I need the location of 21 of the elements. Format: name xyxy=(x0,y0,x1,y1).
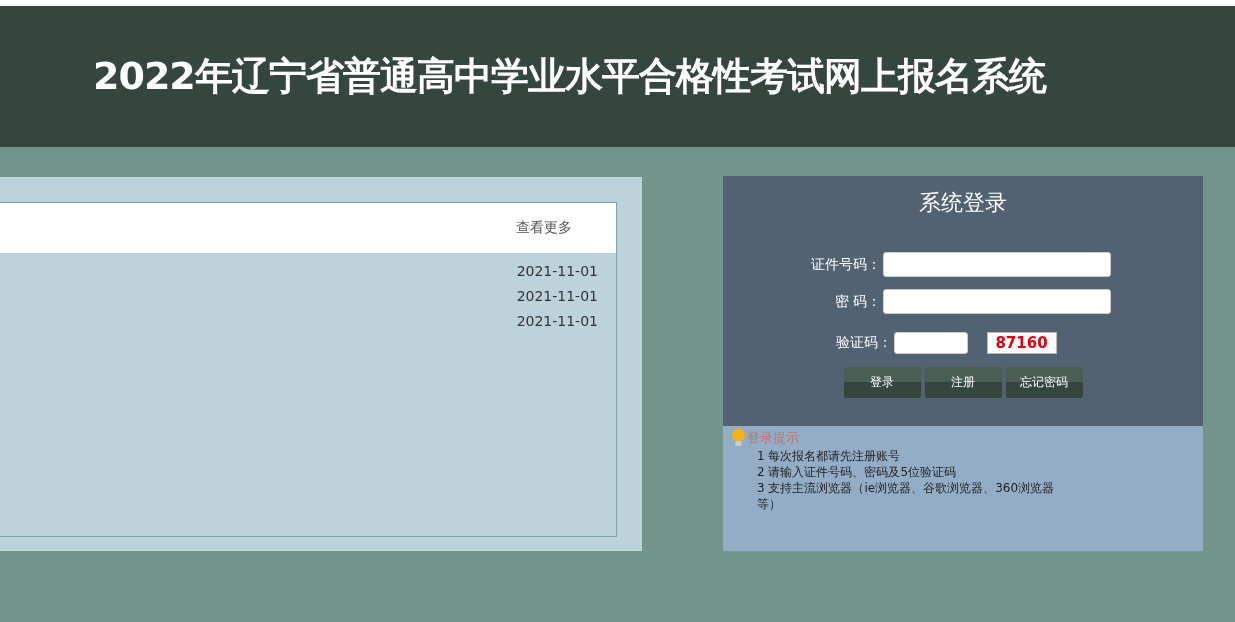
tip-text: 3 支持主流浏览器（ie浏览器、谷歌浏览器、360浏览器等） xyxy=(757,480,1056,512)
form-button[interactable]: 忘记密码 xyxy=(1005,367,1083,398)
lightbulb-icon xyxy=(731,428,746,448)
captcha-image[interactable]: 87160 xyxy=(986,332,1057,354)
captcha-field[interactable] xyxy=(893,332,968,354)
field-label: 证件号码： xyxy=(811,255,881,274)
input-field[interactable] xyxy=(883,289,1111,314)
form-button[interactable]: 注册 xyxy=(924,367,1002,398)
tip-text: 1 每次报名都请先注册账号 xyxy=(757,448,902,464)
login-title: 系统登录 xyxy=(919,189,1007,217)
tips-title: 登录提示 xyxy=(747,429,799,447)
form-button[interactable]: 登录 xyxy=(843,367,921,398)
tip-text: 2 请输入证件号码、密码及5位验证码 xyxy=(757,464,958,480)
more-link[interactable]: 查看更多 xyxy=(516,219,572,237)
field-label: 验证码： xyxy=(835,334,892,352)
field-label: 密 码： xyxy=(833,292,881,311)
page-title: 2022年辽宁省普通高中学业水平合格性考试网上报名系统 xyxy=(93,53,1046,100)
news-date: 2021-11-01 xyxy=(516,287,598,306)
input-field[interactable] xyxy=(883,252,1111,277)
news-date: 2021-11-01 xyxy=(516,262,598,281)
news-date: 2021-11-01 xyxy=(516,312,598,331)
